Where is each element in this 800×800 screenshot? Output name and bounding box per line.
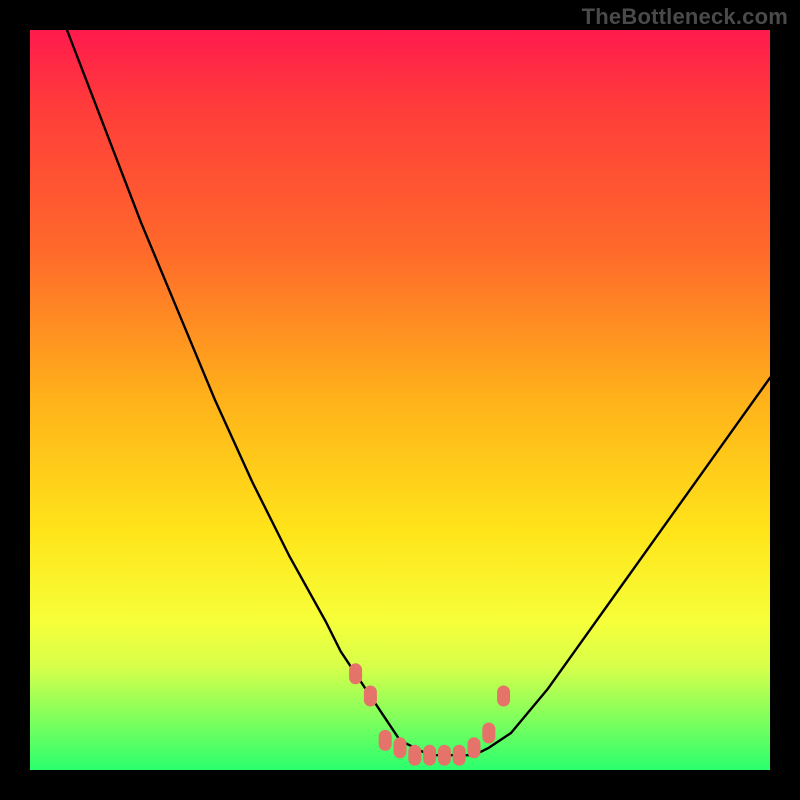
chart-frame: TheBottleneck.com [0,0,800,800]
valley-marker [438,745,450,765]
valley-marker [364,686,376,706]
valley-marker [483,723,495,743]
valley-marker [350,664,362,684]
valley-marker [394,738,406,758]
valley-marker [468,738,480,758]
valley-marker [498,686,510,706]
valley-marker [379,730,391,750]
bottleneck-curve [30,30,770,770]
valley-marker [409,745,421,765]
valley-marker [453,745,465,765]
watermark-text: TheBottleneck.com [582,4,788,30]
valley-marker [424,745,436,765]
plot-area [30,30,770,770]
